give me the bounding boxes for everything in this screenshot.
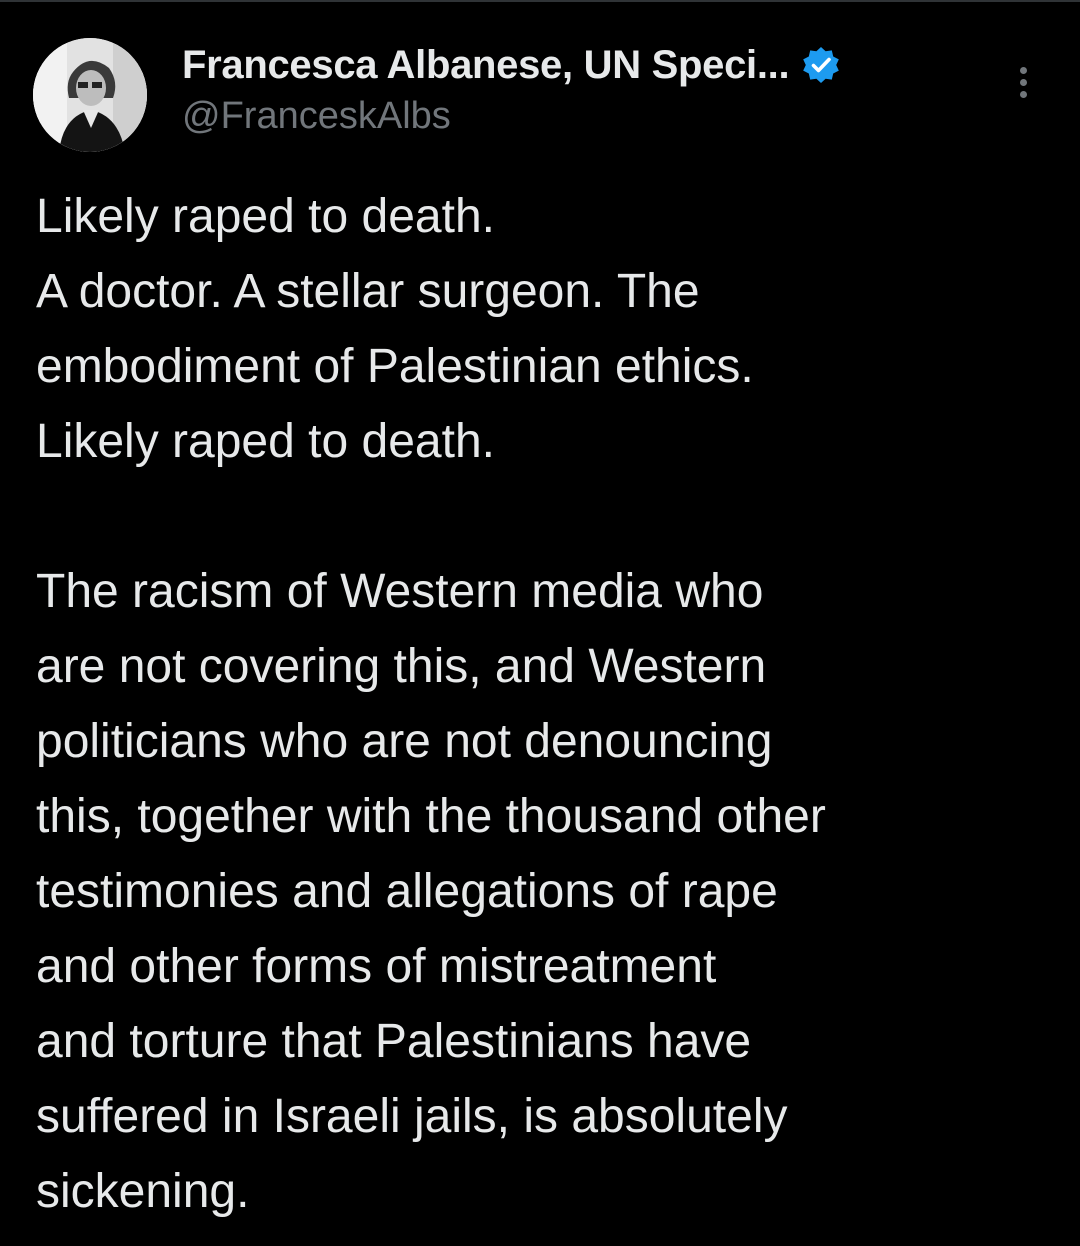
tweet-line: The racism of Western media who xyxy=(36,565,764,618)
verified-badge-icon xyxy=(801,45,841,85)
tweet-line: and other forms of mistreatment xyxy=(36,940,717,993)
tweet-line: embodiment of Palestinian ethics. xyxy=(36,340,754,393)
tweet-header: Francesca Albanese, UN Speci... @Frances… xyxy=(0,0,1080,160)
more-dot xyxy=(1019,78,1027,86)
author-handle[interactable]: @FranceskAlbs xyxy=(182,95,451,138)
display-name[interactable]: Francesca Albanese, UN Speci... xyxy=(182,43,790,88)
tweet-line: suffered in Israeli jails, is absolutely xyxy=(36,1090,788,1143)
tweet-line: this, together with the thousand other xyxy=(36,790,826,843)
tweet-line: are not covering this, and Western xyxy=(36,640,767,693)
paragraph-break xyxy=(36,479,1076,554)
avatar[interactable] xyxy=(33,38,147,152)
tweet-line: Likely raped to death. xyxy=(36,190,495,243)
more-vertical-icon[interactable] xyxy=(1003,60,1043,104)
avatar-photo xyxy=(33,38,147,152)
tweet-line: A doctor. A stellar surgeon. The xyxy=(36,265,700,318)
tweet-line: sickening. xyxy=(36,1165,250,1218)
tweet-line: and torture that Palestinians have xyxy=(36,1015,752,1068)
more-dot xyxy=(1019,66,1027,74)
author-name-row[interactable]: Francesca Albanese, UN Speci... xyxy=(182,40,841,90)
tweet-line: testimonies and allegations of rape xyxy=(36,865,778,918)
tweet-line: politicians who are not denouncing xyxy=(36,715,773,768)
tweet-line: Likely raped to death. xyxy=(36,415,495,468)
tweet-text: Likely raped to death. A doctor. A stell… xyxy=(36,179,1076,1229)
more-dot xyxy=(1019,90,1027,98)
